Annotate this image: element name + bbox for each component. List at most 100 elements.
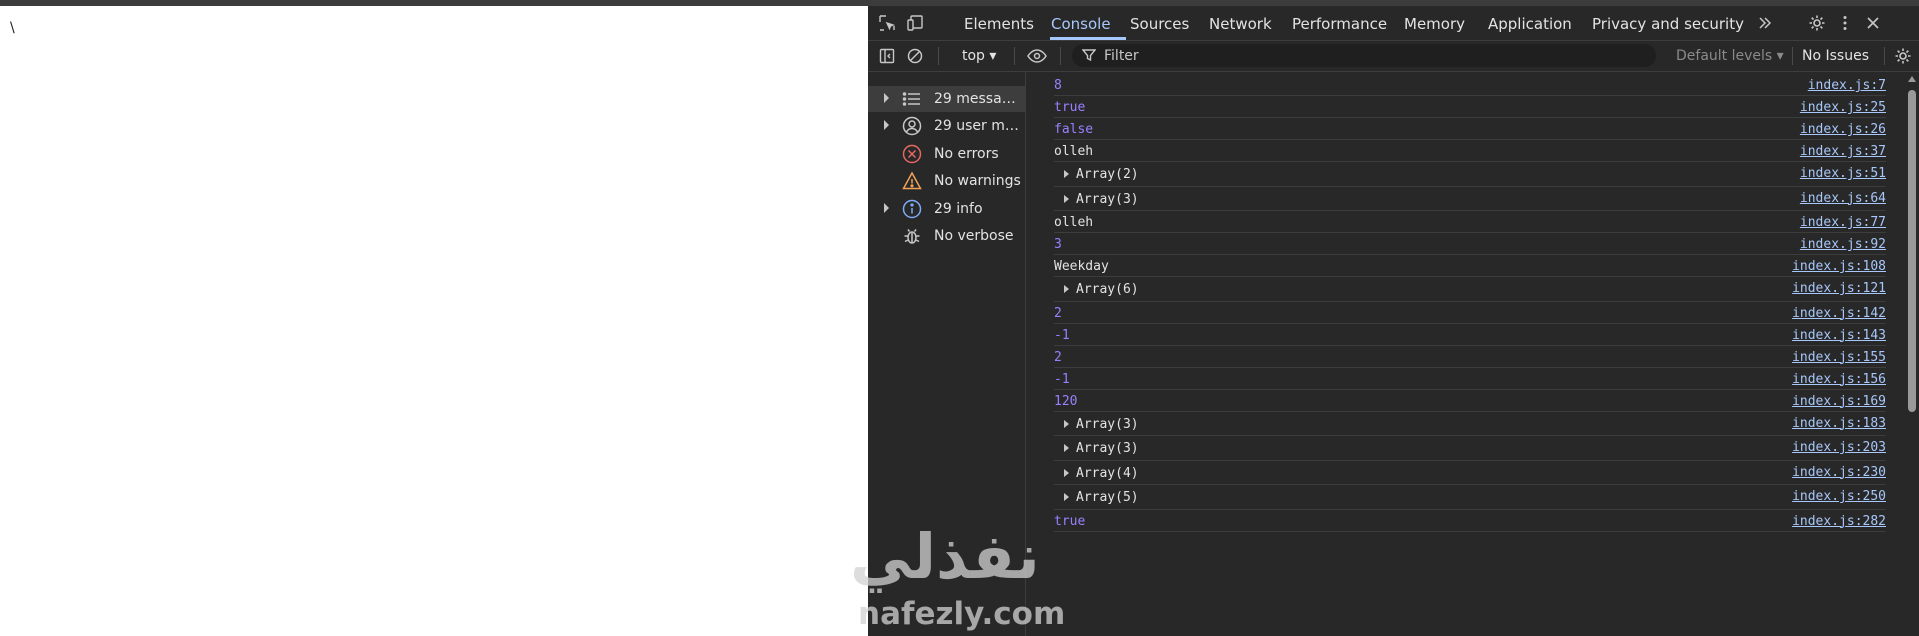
log-source-link[interactable]: index.js:183 [1792, 416, 1886, 431]
log-source-link[interactable]: index.js:7 [1808, 78, 1886, 93]
sidebar-item-errors[interactable]: No errors [868, 141, 1025, 167]
console-log-row: 2 index.js:142 [1054, 302, 1886, 324]
console-log-row[interactable]: Array(2) index.js:51 [1054, 162, 1886, 187]
log-source-link[interactable]: index.js:108 [1792, 259, 1886, 274]
context-selector[interactable]: top ▾ [962, 48, 996, 64]
sidebar-item-info[interactable]: 29 info [868, 196, 1025, 222]
sidebar-item-user-messages[interactable]: 29 user messages [868, 113, 1025, 139]
log-source-link[interactable]: index.js:230 [1792, 465, 1886, 480]
console-log-row: false index.js:26 [1054, 118, 1886, 140]
log-value: 3 [1054, 237, 1062, 252]
console-log-row[interactable]: Array(3) index.js:183 [1054, 412, 1886, 436]
log-value[interactable]: Array(2) [1076, 167, 1139, 182]
vertical-scrollbar[interactable] [1905, 72, 1919, 636]
console-log-row[interactable]: Array(5) index.js:250 [1054, 485, 1886, 510]
expand-arrow-icon[interactable] [1064, 419, 1069, 428]
tab-memory[interactable]: Memory [1404, 15, 1465, 33]
log-source-link[interactable]: index.js:37 [1800, 144, 1886, 159]
log-source-link[interactable]: index.js:156 [1792, 372, 1886, 387]
eye-icon[interactable] [1026, 45, 1048, 67]
toolbar-separator [1884, 47, 1885, 65]
log-value: -1 [1054, 371, 1070, 387]
console-log-row[interactable]: Array(4) index.js:230 [1054, 461, 1886, 485]
console-log-row[interactable]: Array(3) index.js:203 [1054, 436, 1886, 461]
tab-application[interactable]: Application [1488, 15, 1572, 33]
expand-arrow-icon[interactable] [884, 120, 889, 130]
double-chevron-right-icon[interactable] [1754, 12, 1776, 34]
expand-arrow-icon[interactable] [1064, 468, 1069, 477]
filter-input[interactable] [1102, 46, 1646, 66]
toolbar-separator [938, 47, 939, 65]
log-source-link[interactable]: index.js:92 [1800, 237, 1886, 252]
expand-arrow-icon[interactable] [884, 93, 889, 103]
expand-arrow-icon[interactable] [1064, 493, 1069, 502]
log-value[interactable]: Array(3) [1076, 441, 1139, 456]
log-source-link[interactable]: index.js:142 [1792, 306, 1886, 321]
expand-arrow-icon[interactable] [1064, 285, 1069, 294]
log-value[interactable]: Array(3) [1076, 192, 1139, 207]
log-value[interactable]: Array(4) [1076, 466, 1139, 481]
log-value: true [1054, 513, 1086, 529]
bug-icon [904, 229, 920, 244]
log-source-link[interactable]: index.js:169 [1792, 394, 1886, 409]
log-value: true [1054, 100, 1086, 115]
sidebar-item-messages[interactable]: 29 messages [868, 86, 1025, 112]
filter-box[interactable] [1072, 44, 1656, 67]
tab-privacy-and-security[interactable]: Privacy and security [1592, 15, 1744, 33]
gear-icon[interactable] [1806, 12, 1828, 34]
close-icon[interactable] [1862, 12, 1884, 34]
more-options-icon[interactable] [1834, 12, 1856, 34]
log-value[interactable]: Array(3) [1076, 417, 1139, 432]
user-icon [902, 116, 922, 136]
log-source-link[interactable]: index.js:250 [1792, 489, 1886, 504]
clear-console-icon[interactable] [904, 45, 926, 67]
log-source-link[interactable]: index.js:155 [1792, 350, 1886, 365]
tab-console[interactable]: Console [1051, 15, 1111, 33]
log-value[interactable]: Array(5) [1076, 490, 1139, 505]
expand-arrow-icon[interactable] [1064, 444, 1069, 453]
log-source-link[interactable]: index.js:64 [1800, 191, 1886, 206]
expand-arrow-icon[interactable] [1064, 194, 1069, 203]
log-source-link[interactable]: index.js:121 [1792, 281, 1886, 296]
device-toolbar-icon[interactable] [904, 12, 926, 34]
console-log-row[interactable]: Array(6) index.js:121 [1054, 277, 1886, 302]
scrollbar-thumb[interactable] [1908, 90, 1916, 412]
log-source-link[interactable]: index.js:77 [1800, 215, 1886, 230]
console-log-row: 8 index.js:7 [1054, 74, 1886, 96]
inspect-element-icon[interactable] [876, 12, 898, 34]
console-log-row: olleh index.js:77 [1054, 211, 1886, 233]
console-toolbar: top ▾ Default levels ▾ No Issues [868, 41, 1919, 72]
sidebar-item-warnings[interactable]: No warnings [868, 168, 1025, 194]
tab-elements[interactable]: Elements [964, 15, 1034, 33]
tab-sources[interactable]: Sources [1130, 15, 1189, 33]
log-levels-dropdown[interactable]: Default levels ▾ [1676, 48, 1784, 64]
log-source-link[interactable]: index.js:26 [1800, 122, 1886, 137]
sidebar-toggle-icon[interactable] [876, 45, 898, 67]
console-log-row[interactable]: Array(3) index.js:64 [1054, 187, 1886, 211]
tab-network[interactable]: Network [1209, 15, 1272, 33]
info-icon [902, 199, 922, 219]
sidebar-item-label: No warnings [934, 173, 1021, 189]
console-log-row: true index.js:282 [1054, 510, 1886, 532]
console-messages[interactable]: 8 index.js:7 true index.js:25 false index.js:… [1026, 72, 1919, 636]
error-icon [902, 144, 922, 164]
log-value: false [1054, 122, 1094, 137]
log-source-link[interactable]: index.js:203 [1792, 440, 1886, 455]
sidebar-item-verbose[interactable]: No verbose [868, 223, 1025, 249]
expand-arrow-icon[interactable] [1064, 170, 1069, 179]
expand-arrow-icon[interactable] [884, 203, 889, 213]
sidebar-item-label: No errors [934, 146, 999, 162]
log-source-link[interactable]: index.js:282 [1792, 514, 1886, 529]
tab-performance[interactable]: Performance [1292, 15, 1387, 33]
issues-button[interactable]: No Issues [1802, 48, 1869, 64]
console-settings-gear-icon[interactable] [1892, 45, 1914, 67]
console-log-row: 3 index.js:92 [1054, 233, 1886, 255]
log-source-link[interactable]: index.js:143 [1792, 328, 1886, 343]
log-value: 2 [1054, 349, 1062, 365]
page-text: \ [10, 20, 15, 36]
log-value: 2 [1054, 305, 1062, 321]
scroll-up-arrow-icon[interactable] [1908, 76, 1916, 82]
log-source-link[interactable]: index.js:25 [1800, 100, 1886, 115]
log-value[interactable]: Array(6) [1076, 282, 1139, 297]
log-source-link[interactable]: index.js:51 [1800, 166, 1886, 181]
